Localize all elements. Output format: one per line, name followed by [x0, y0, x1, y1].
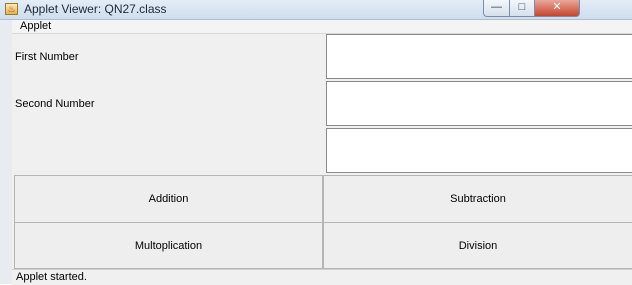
- window-title: Applet Viewer: QN27.class: [24, 2, 167, 16]
- menu-bar: Applet: [12, 20, 632, 34]
- status-text: Applet started.: [16, 271, 87, 283]
- status-bar: Applet started.: [12, 269, 632, 285]
- applet-viewer-window: ♨ Applet Viewer: QN27.class — □ ✕ Applet…: [0, 0, 632, 285]
- multiplication-button[interactable]: Multoplication: [14, 222, 323, 269]
- first-number-field[interactable]: [326, 34, 632, 79]
- maximize-button[interactable]: □: [509, 0, 535, 17]
- result-field[interactable]: [326, 128, 632, 173]
- subtraction-button[interactable]: Subtraction: [323, 175, 632, 223]
- second-number-field[interactable]: [326, 81, 632, 126]
- title-bar[interactable]: ♨ Applet Viewer: QN27.class — □ ✕: [0, 0, 632, 20]
- addition-button[interactable]: Addition: [14, 175, 323, 223]
- second-number-label: Second Number: [15, 98, 95, 110]
- close-button[interactable]: ✕: [534, 0, 580, 17]
- java-applet-icon: ♨: [5, 3, 18, 15]
- minimize-button[interactable]: —: [483, 0, 510, 17]
- applet-panel: First Number Second Number Addition Subt…: [12, 34, 632, 269]
- first-number-label: First Number: [15, 51, 79, 63]
- division-button[interactable]: Division: [323, 222, 632, 269]
- menu-applet[interactable]: Applet: [20, 20, 51, 33]
